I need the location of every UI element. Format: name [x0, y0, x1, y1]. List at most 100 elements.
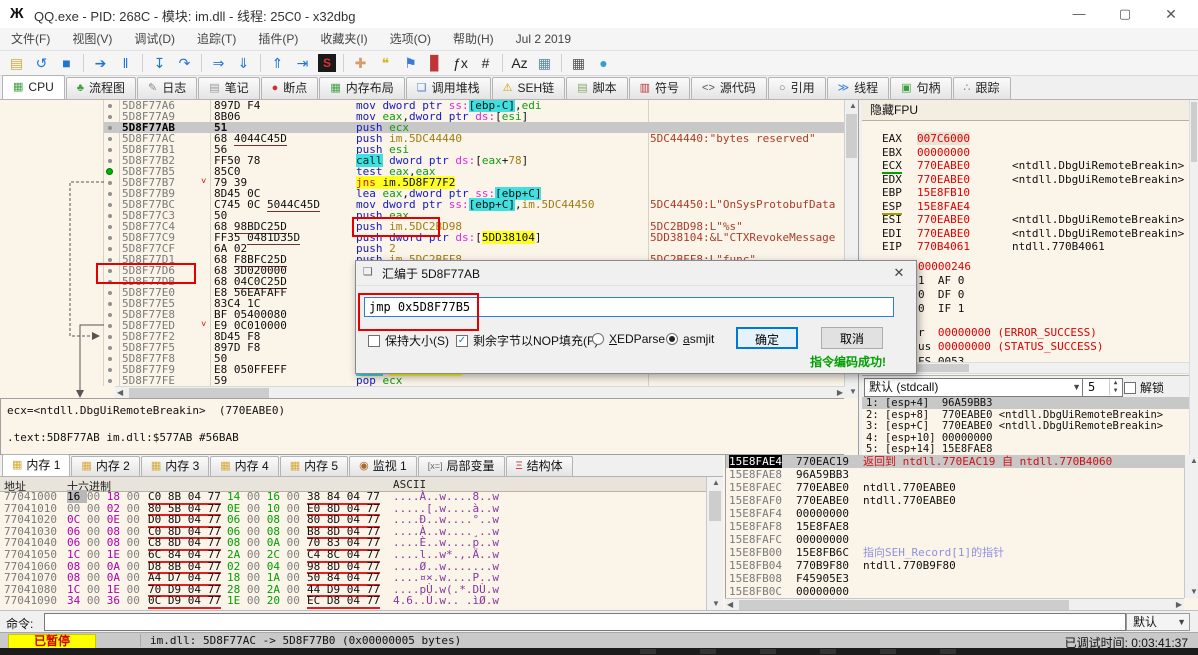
tab-memory-map[interactable]: ▦ 内存布局: [319, 77, 405, 99]
register-row-esp[interactable]: ESP 15E8FAE4: [862, 200, 1190, 215]
row-dot-icon[interactable]: [108, 114, 112, 119]
register-value[interactable]: 770B4061: [917, 240, 970, 253]
breakpoint-dot-icon[interactable]: [106, 168, 113, 175]
row-dot-icon[interactable]: [108, 345, 112, 350]
hash-icon[interactable]: #: [474, 52, 497, 74]
stack-vscrollbar[interactable]: ▲ ▼: [1184, 455, 1198, 598]
registers-vscrollbar[interactable]: [1189, 100, 1198, 455]
asmjit-radio[interactable]: asmjit: [666, 332, 714, 346]
row-dot-icon[interactable]: [108, 136, 112, 141]
minimize-button[interactable]: —: [1056, 0, 1102, 28]
patches-icon[interactable]: ✚: [349, 52, 372, 74]
row-dot-icon[interactable]: [108, 158, 112, 163]
stack-row[interactable]: 15E8FAEC 770EABE0 ntdll.770EABE0: [726, 481, 1185, 494]
disasm-row[interactable]: 5D8F77FE 59 pop ecx: [0, 375, 858, 386]
menu-item-1[interactable]: 视图(V): [61, 28, 123, 50]
unlock-checkbox[interactable]: 解锁: [1124, 379, 1164, 396]
register-row-esi[interactable]: ESI 770EABE0 <ntdll.DbgUiRemoteBreakin>: [862, 213, 1190, 226]
tab-threads[interactable]: ≫ 线程: [826, 77, 890, 99]
labels-icon[interactable]: ⚑: [399, 52, 422, 74]
register-value[interactable]: 15E8FAE4: [917, 200, 970, 213]
fill-with-nops-checkbox[interactable]: ✓ 剩余字节以NOP填充(F): [456, 332, 598, 349]
restart-icon[interactable]: ↺: [30, 52, 53, 74]
row-dot-icon[interactable]: [108, 279, 112, 284]
command-input[interactable]: [44, 613, 1126, 631]
globe-icon[interactable]: ●: [592, 52, 615, 74]
maximize-button[interactable]: ▢: [1102, 0, 1148, 28]
register-value[interactable]: 770EABE0: [917, 173, 970, 186]
hex-dump-pane[interactable]: 77041000 16 00 18 00 C0 8B 04 77 14 00 16 0…: [0, 490, 706, 610]
row-dot-icon[interactable]: [108, 202, 112, 207]
menu-item-6[interactable]: 选项(O): [379, 28, 442, 50]
tab-dump-1[interactable]: ▦ 内存 1: [2, 454, 71, 476]
argument-row[interactable]: 1: [esp+4] 96A59BB3: [862, 397, 1192, 409]
argument-row[interactable]: 5: [esp+14] 15E8FAE8: [862, 443, 1192, 455]
step-into-icon[interactable]: ↧: [148, 52, 171, 74]
close-button[interactable]: ✕: [1148, 0, 1194, 28]
dump-vscrollbar[interactable]: ▲ ▼: [706, 477, 723, 610]
row-dot-icon[interactable]: [108, 378, 112, 383]
register-value[interactable]: 007C6000: [917, 132, 970, 145]
run-to-selection-icon[interactable]: ⇒: [207, 52, 230, 74]
tab-handles[interactable]: ▣ 句柄: [890, 77, 952, 99]
row-dot-icon[interactable]: [108, 323, 112, 328]
preferences-icon[interactable]: ▦: [533, 52, 556, 74]
row-dot-icon[interactable]: [108, 191, 112, 196]
tab-locals[interactable]: [x=] 局部变量: [417, 456, 505, 476]
register-row-ecx[interactable]: ECX 770EABE0 <ntdll.DbgUiRemoteBreakin>: [862, 159, 1190, 174]
stack-row[interactable]: 15E8FAF8 15E8FAE8: [726, 520, 1185, 533]
menu-item-3[interactable]: 追踪(T): [186, 28, 247, 50]
menu-item-2[interactable]: 调试(D): [123, 28, 186, 50]
menu-item-7[interactable]: 帮助(H): [442, 28, 505, 50]
run-icon[interactable]: ➔: [89, 52, 112, 74]
tab-watch-1[interactable]: ◉ 监视 1: [349, 456, 417, 476]
assemble-instruction-input[interactable]: [364, 297, 894, 317]
row-dot-icon[interactable]: [108, 268, 112, 273]
xedparse-radio[interactable]: XEDParse: [592, 332, 665, 346]
spinner-arrows-icon[interactable]: ▲ ▼: [1109, 379, 1121, 395]
keep-size-checkbox[interactable]: 保持大小(S): [368, 332, 449, 349]
ok-button[interactable]: 确定: [736, 327, 798, 349]
stack-row[interactable]: 15E8FAF4 00000000: [726, 507, 1185, 520]
argument-row[interactable]: 4: [esp+10] 00000000: [862, 432, 1192, 444]
menu-item-4[interactable]: 插件(P): [247, 28, 309, 50]
row-dot-icon[interactable]: [108, 213, 112, 218]
breakpoints-list-icon[interactable]: ▊: [424, 52, 447, 74]
stack-row[interactable]: 15E8FB0C 00000000: [726, 585, 1185, 598]
menu-item-0[interactable]: 文件(F): [0, 28, 61, 50]
register-value[interactable]: 770EABE0: [917, 159, 970, 172]
stop-icon[interactable]: ■: [55, 52, 78, 74]
execute-till-return-icon[interactable]: ⇑: [266, 52, 289, 74]
row-dot-icon[interactable]: [108, 290, 112, 295]
row-dot-icon[interactable]: [108, 334, 112, 339]
tab-trace[interactable]: ∴ 跟踪: [952, 77, 1011, 99]
command-profile-select[interactable]: 默认 ▼: [1126, 613, 1190, 631]
row-dot-icon[interactable]: [108, 301, 112, 306]
row-dot-icon[interactable]: [108, 257, 112, 262]
dialog-close-button[interactable]: ✕: [882, 261, 916, 285]
register-row-ebx[interactable]: EBX 00000000: [862, 146, 1190, 159]
tab-dump-2[interactable]: ▦ 内存 2: [71, 456, 140, 476]
tab-log[interactable]: ✎ 日志: [136, 77, 198, 99]
row-dot-icon[interactable]: [108, 356, 112, 361]
step-into-source-icon[interactable]: ⇓: [232, 52, 255, 74]
argument-row[interactable]: 3: [esp+C] 770EABE0 <ntdll.DbgUiRemoteBr…: [862, 420, 1192, 432]
menu-item-5[interactable]: 收藏夹(I): [309, 28, 378, 50]
comments-icon[interactable]: ❝: [374, 52, 397, 74]
register-row-eip[interactable]: EIP 770B4061 ntdll.770B4061: [862, 240, 1190, 253]
register-value[interactable]: 15E8FB10: [917, 186, 970, 199]
stack-row[interactable]: 15E8FB08 F45905E3: [726, 572, 1185, 585]
tab-graph[interactable]: ♣ 流程图: [65, 77, 136, 99]
row-dot-icon[interactable]: [108, 312, 112, 317]
row-dot-icon[interactable]: [108, 180, 112, 185]
register-value[interactable]: 770EABE0: [917, 213, 970, 226]
tab-script[interactable]: ▤ 脚本: [566, 77, 628, 99]
tab-dump-3[interactable]: ▦ 内存 3: [140, 456, 210, 476]
row-dot-icon[interactable]: [108, 246, 112, 251]
script-icon[interactable]: S: [318, 54, 336, 72]
register-value[interactable]: 770EABE0: [917, 227, 970, 240]
register-row-eax[interactable]: EAX 007C6000: [862, 132, 1190, 145]
row-dot-icon[interactable]: [108, 103, 112, 108]
register-row-edi[interactable]: EDI 770EABE0 <ntdll.DbgUiRemoteBreakin>: [862, 227, 1190, 240]
row-dot-icon[interactable]: [108, 235, 112, 240]
